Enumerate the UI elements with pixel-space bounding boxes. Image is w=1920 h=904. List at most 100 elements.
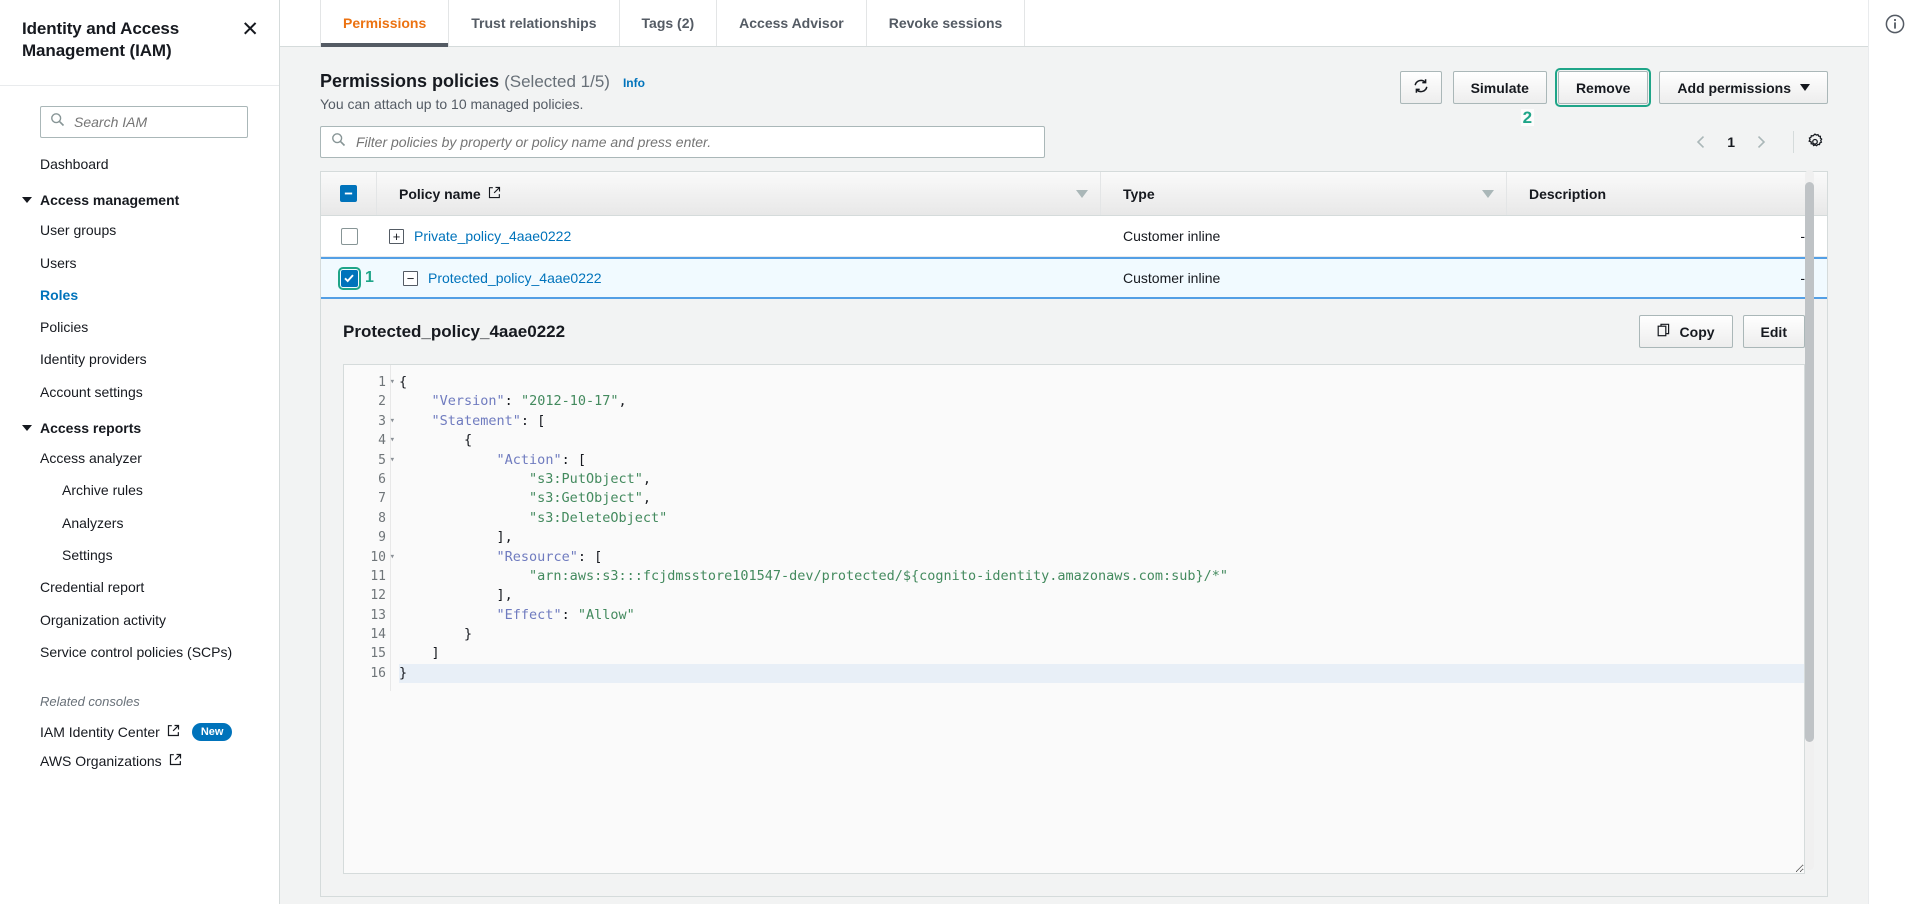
sidebar-item-analyzers[interactable]: Analyzers: [0, 507, 279, 539]
policy-detail-title: Protected_policy_4aae0222: [343, 321, 566, 341]
column-header-description[interactable]: Description: [1507, 172, 1827, 215]
code-line: "Resource": [: [399, 548, 1804, 567]
code-token: "Resource": [496, 548, 578, 565]
sidebar-item-credential-report[interactable]: Credential report: [0, 571, 279, 603]
add-permissions-button[interactable]: Add permissions: [1659, 71, 1828, 104]
sidebar-item-aws-organizations[interactable]: AWS Organizations: [0, 747, 279, 775]
collapse-icon[interactable]: −: [403, 270, 418, 286]
tab-access-advisor[interactable]: Access Advisor: [717, 0, 867, 46]
annotation-step-1: 1: [365, 269, 374, 286]
related-consoles-label: Related consoles: [40, 694, 140, 710]
column-header-policy-name[interactable]: Policy name: [377, 172, 1101, 215]
chevron-right-icon[interactable]: [1741, 135, 1781, 149]
sidebar-item-access-analyzer[interactable]: Access analyzer: [0, 442, 279, 474]
column-header-type[interactable]: Type: [1101, 172, 1507, 215]
row-type-cell: Customer inline: [1123, 270, 1221, 286]
line-number: 10 ▾: [344, 548, 395, 567]
line-number: 12: [370, 588, 386, 604]
sidebar-item-settings[interactable]: Settings: [0, 539, 279, 571]
table-row[interactable]: 1 − Protected_policy_4aae0222 Customer i…: [321, 257, 1827, 299]
code-token: }: [399, 626, 473, 643]
chevron-down-icon: [1800, 84, 1810, 91]
info-link[interactable]: Info: [623, 76, 645, 90]
chevron-left-icon[interactable]: [1681, 135, 1721, 149]
sidebar-title: Identity and Access Management (IAM): [22, 19, 180, 61]
code-token: "arn:aws:s3:::fcjdmsstore101547-dev/prot…: [529, 567, 1229, 584]
code-line: "Version": "2012-10-17",: [399, 392, 1804, 411]
line-number: 6: [378, 471, 386, 487]
fold-toggle-icon[interactable]: ▾: [390, 431, 395, 450]
table-row[interactable]: + Private_policy_4aae0222 Customer inlin…: [321, 216, 1827, 257]
remove-button[interactable]: Remove: [1554, 68, 1652, 107]
refresh-icon: [1413, 78, 1429, 97]
sidebar-item-label: AWS Organizations: [40, 753, 162, 770]
sidebar-group-access-management[interactable]: Access management: [0, 180, 279, 214]
sidebar-item-organization-activity[interactable]: Organization activity: [0, 604, 279, 636]
policy-detail-actions: Copy Edit: [1638, 315, 1805, 348]
iam-console: Identity and Access Management (IAM) ✕ D…: [0, 0, 1920, 904]
line-number: 4 ▾: [344, 431, 395, 450]
simulate-button[interactable]: Simulate: [1452, 71, 1547, 104]
sidebar-item-user-groups[interactable]: User groups: [0, 214, 279, 246]
search-input[interactable]: [72, 113, 222, 131]
row-checkbox[interactable]: [340, 227, 358, 245]
line-number: 8: [378, 510, 386, 526]
sidebar-item-service-control-policies[interactable]: Service control policies (SCPs): [0, 636, 279, 668]
code-token: }: [399, 664, 408, 681]
fold-toggle-icon[interactable]: ▾: [390, 373, 395, 392]
main-content: Permissions Trust relationships Tags (2)…: [280, 0, 1868, 904]
sort-icon[interactable]: [1076, 189, 1088, 198]
policy-name-link[interactable]: Private_policy_4aae0222: [414, 228, 571, 244]
code-lines[interactable]: { "Version": "2012-10-17", "Statement": …: [390, 365, 1804, 692]
line-number: 16: [370, 665, 386, 681]
policy-name-link[interactable]: Protected_policy_4aae0222: [428, 270, 602, 286]
row-checkbox[interactable]: [337, 266, 361, 290]
code-line: "arn:aws:s3:::fcjdmsstore101547-dev/prot…: [399, 567, 1804, 586]
tab-revoke-sessions[interactable]: Revoke sessions: [867, 0, 1026, 46]
tab-tags[interactable]: Tags (2): [620, 0, 718, 46]
sidebar-item-users[interactable]: Users: [0, 247, 279, 279]
status-badge: New: [191, 723, 233, 742]
external-link-icon: [169, 753, 182, 769]
filter-policies-box[interactable]: [320, 126, 1045, 158]
sidebar-item-identity-providers[interactable]: Identity providers: [0, 343, 279, 375]
policy-json-editor[interactable]: 1 ▾ 2 3 ▾ 4 ▾ 5 ▾ 6 7 8 9 10 ▾ 11 12 13 14 15 16 { "Version"…: [343, 364, 1805, 874]
gear-icon[interactable]: [1806, 133, 1828, 151]
close-icon[interactable]: ✕: [239, 19, 261, 40]
edit-button[interactable]: Edit: [1742, 315, 1805, 348]
sidebar-item-roles[interactable]: Roles: [0, 279, 279, 311]
sidebar-item-dashboard[interactable]: Dashboard: [0, 148, 279, 180]
right-rail: [1868, 0, 1920, 904]
sidebar-item-policies[interactable]: Policies: [0, 311, 279, 343]
row-type-cell: Customer inline: [1123, 228, 1221, 244]
code-line: }: [399, 663, 1804, 684]
code-line: }: [399, 625, 1804, 644]
expand-icon[interactable]: +: [389, 228, 404, 244]
fold-toggle-icon[interactable]: ▾: [390, 548, 395, 567]
line-number: 2: [378, 394, 386, 410]
filter-input[interactable]: [354, 133, 1034, 151]
code-token: "s3:PutObject": [529, 470, 643, 487]
refresh-button[interactable]: [1399, 71, 1442, 104]
sidebar-item-archive-rules[interactable]: Archive rules: [0, 474, 279, 506]
sidebar-item-account-settings[interactable]: Account settings: [0, 376, 279, 408]
scrollbar-thumb[interactable]: [1805, 182, 1814, 742]
page-number[interactable]: 1: [1721, 134, 1741, 150]
copy-button[interactable]: Copy: [1638, 315, 1733, 348]
select-all-checkbox[interactable]: [340, 185, 357, 202]
info-icon[interactable]: [1885, 14, 1905, 904]
row-select-cell: [321, 216, 377, 256]
tab-permissions[interactable]: Permissions: [320, 0, 450, 47]
sort-icon[interactable]: [1482, 189, 1494, 198]
search-iam-box[interactable]: [40, 106, 248, 138]
code-line: "Statement": [: [399, 412, 1804, 431]
sidebar-group-access-reports[interactable]: Access reports: [0, 408, 279, 442]
sidebar-item-iam-identity-center[interactable]: IAM Identity Center New: [0, 717, 279, 747]
tab-trust-relationships[interactable]: Trust relationships: [449, 0, 620, 46]
line-number: 1 ▾: [344, 373, 395, 392]
add-permissions-label: Add permissions: [1677, 79, 1791, 96]
fold-toggle-icon[interactable]: ▾: [390, 412, 395, 431]
fold-toggle-icon[interactable]: ▾: [390, 451, 395, 470]
policy-detail-panel: Protected_policy_4aae0222 Copy Edit 1 ▾ …: [320, 299, 1828, 897]
